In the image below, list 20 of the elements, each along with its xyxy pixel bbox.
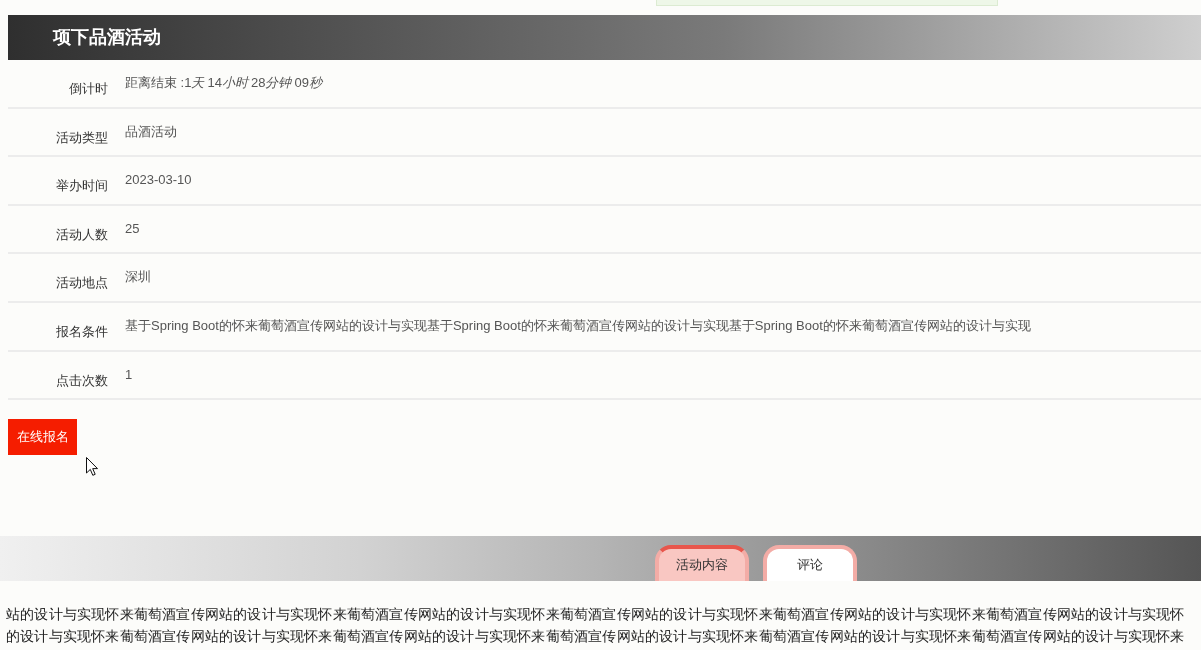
- signup-button[interactable]: 在线报名: [8, 419, 77, 456]
- field-value: 2023-03-10: [124, 171, 192, 190]
- field-value: 1: [124, 365, 133, 384]
- field-value: 深圳: [124, 268, 151, 287]
- page-title: 项下品酒活动: [53, 26, 161, 49]
- tab[interactable]: 评论: [763, 545, 857, 582]
- field-label: 举办时间: [55, 177, 108, 196]
- field-label: 点击次数: [55, 371, 108, 390]
- field-label: 报名条件: [55, 322, 108, 341]
- field-label: 活动地点: [55, 274, 108, 293]
- tab[interactable]: 活动内容: [655, 545, 749, 582]
- field-value: 25: [124, 219, 140, 238]
- field-value: 品酒活动: [124, 122, 177, 141]
- field-value: 基于Spring Boot的怀来葡萄酒宣传网站的设计与实现基于Spring Boot的怀来葡萄酒宣传网站的设计与实现基于Spring Boot的怀来葡萄酒宣传网站的设计与实现: [124, 316, 1031, 335]
- content-text-line: 站的设计与实现怀来葡萄酒宣传网站的设计与实现怀来葡萄酒宣传网站的设计与实现怀来葡萄酒宣传网站的设计与实现怀来葡萄酒宣传网站的设计与实现怀来葡萄酒宣传网站的设计与实现怀: [6, 605, 1186, 625]
- field-label: 活动类型: [55, 128, 108, 147]
- content-text-line: 的设计与实现怀来葡萄酒宣传网站的设计与实现怀来葡萄酒宣传网站的设计与实现怀来葡萄酒宣传网站的设计与实现怀来葡萄酒宣传网站的设计与实现怀来葡萄酒宣传网站的设计与实现怀来: [6, 627, 1186, 647]
- field-label: 活动人数: [55, 225, 108, 244]
- mouse-cursor-icon: [86, 457, 98, 476]
- field-label: 倒计时: [68, 80, 108, 98]
